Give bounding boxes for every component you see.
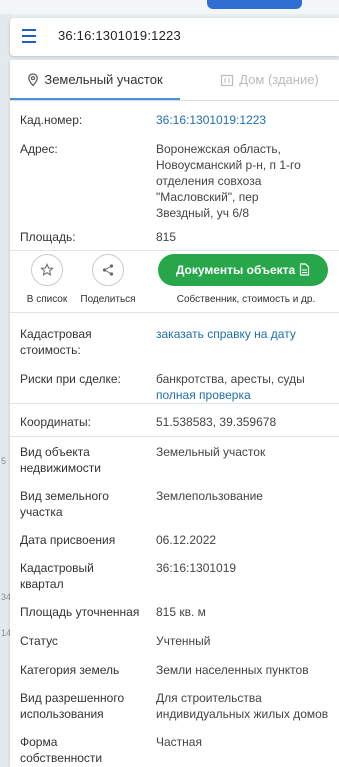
map-blue-bar bbox=[207, 0, 302, 9]
divider bbox=[10, 436, 339, 437]
precise-area-label: Площадь уточненная bbox=[20, 605, 140, 619]
search-bar[interactable]: 36:16:1301019:1223 bbox=[10, 18, 339, 56]
share-icon bbox=[102, 264, 114, 276]
tab-house-label: Дом (здание) bbox=[239, 72, 319, 87]
documents-button[interactable]: Документы объекта bbox=[158, 254, 328, 286]
coordinates-label: Координаты: bbox=[20, 415, 91, 429]
cadastral-cost-label: Кадастровая стоимость: bbox=[20, 327, 92, 357]
area-value: 815 bbox=[156, 230, 177, 244]
ownership-label: Форма собственности bbox=[20, 735, 103, 765]
assign-date-label: Дата присвоения bbox=[20, 533, 116, 547]
menu-icon[interactable] bbox=[22, 29, 36, 43]
precise-area-value: 815 кв. м bbox=[156, 605, 206, 619]
area-label: Площадь: bbox=[20, 230, 76, 244]
share-label: Поделиться bbox=[80, 294, 136, 305]
ownership-value: Частная bbox=[156, 735, 202, 749]
document-icon bbox=[300, 263, 310, 276]
status-label: Статус bbox=[20, 634, 58, 648]
order-certificate-link[interactable]: заказать справку на дату bbox=[156, 326, 336, 342]
address-value: Воронежская область, Новоусманский р-н, … bbox=[156, 142, 301, 220]
info-panel: Земельный участок Дом (здание) Кад.номер… bbox=[10, 60, 339, 767]
full-check-link[interactable]: полная проверка bbox=[156, 387, 336, 403]
map-background-top bbox=[0, 0, 339, 14]
building-icon bbox=[221, 74, 234, 87]
land-category-value: Земли населенных пунктов bbox=[156, 663, 309, 677]
land-kind-label: Вид земельного участка bbox=[20, 489, 109, 519]
share-button[interactable] bbox=[92, 254, 124, 286]
land-category-label: Категория земель bbox=[20, 663, 120, 677]
tab-land[interactable]: Земельный участок bbox=[10, 60, 180, 100]
search-input[interactable]: 36:16:1301019:1223 bbox=[58, 28, 181, 43]
object-type-value: Земельный участок bbox=[156, 445, 266, 459]
risks-value: банкротства, аресты, суды bbox=[156, 372, 305, 386]
status-value: Учтенный bbox=[156, 634, 211, 648]
star-icon bbox=[40, 263, 54, 276]
map-label: 5 bbox=[1, 456, 7, 466]
coordinates-value[interactable]: 51.538583, 39.359678 bbox=[156, 414, 336, 430]
cadastral-quarter-label: Кадастровый квартал bbox=[20, 561, 94, 591]
favorite-label: В список bbox=[26, 294, 68, 305]
cadastral-quarter-value: 36:16:1301019 bbox=[156, 561, 237, 575]
address-label: Адрес: bbox=[20, 142, 58, 156]
risks-label: Риски при сделке: bbox=[20, 372, 121, 386]
object-type-label: Вид объекта недвижимости bbox=[20, 445, 101, 475]
divider bbox=[10, 312, 339, 313]
tab-house[interactable]: Дом (здание) bbox=[200, 60, 339, 100]
actions-row: В список Поделиться Документы объекта Со… bbox=[10, 246, 339, 310]
tabs: Земельный участок Дом (здание) bbox=[10, 60, 339, 101]
documents-subtitle: Собственник, стоимость и др. bbox=[176, 294, 316, 305]
divider bbox=[10, 403, 339, 404]
land-kind-value: Землепользование bbox=[156, 489, 263, 503]
documents-button-label: Документы объекта bbox=[175, 263, 296, 277]
assign-date-value: 06.12.2022 bbox=[156, 533, 217, 547]
cadastral-number-label: Кад.номер: bbox=[20, 113, 83, 127]
tab-land-label: Земельный участок bbox=[44, 72, 163, 87]
favorite-button[interactable] bbox=[31, 254, 63, 286]
permitted-use-label: Вид разрешенного использования bbox=[20, 691, 125, 721]
cadastral-number-value[interactable]: 36:16:1301019:1223 bbox=[156, 112, 336, 128]
location-pin-icon bbox=[28, 73, 39, 87]
permitted-use-value: Для строительства индивидуальных жилых д… bbox=[156, 691, 329, 721]
